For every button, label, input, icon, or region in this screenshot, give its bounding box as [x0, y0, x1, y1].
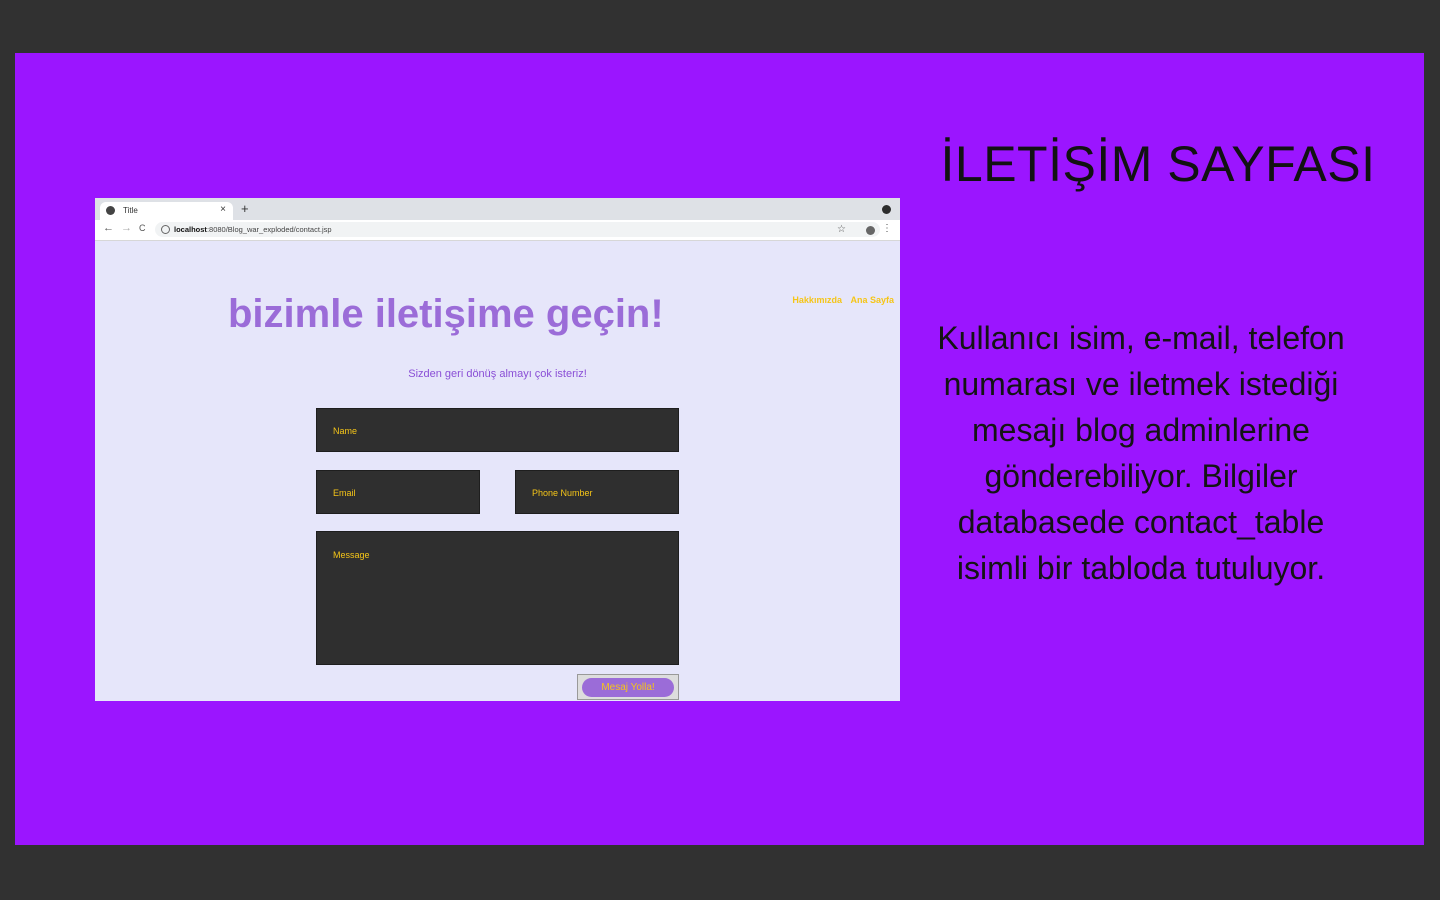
name-input[interactable]: Name — [316, 408, 679, 452]
browser-toolbar: ← → C localhost:8080/Blog_war_exploded/c… — [95, 220, 900, 241]
address-bar[interactable]: localhost:8080/Blog_war_exploded/contact… — [155, 222, 880, 237]
tab-close-icon[interactable]: × — [220, 204, 226, 215]
contact-page-screenshot: Title × + ← → C localhost:8080/Blog_war_… — [95, 198, 900, 701]
profile-icon[interactable] — [866, 226, 875, 235]
extension-icon[interactable] — [882, 205, 891, 214]
nav-link-about[interactable]: Hakkımızda — [792, 295, 842, 305]
info-icon[interactable] — [161, 225, 170, 234]
reload-icon[interactable]: C — [139, 223, 146, 233]
bookmark-star-icon[interactable]: ☆ — [837, 222, 846, 237]
phone-input[interactable]: Phone Number — [515, 470, 679, 514]
presentation-slide: Title × + ← → C localhost:8080/Blog_war_… — [15, 53, 1424, 845]
browser-tab-bar: Title × + — [95, 198, 900, 220]
message-textarea[interactable]: Message — [316, 531, 679, 665]
nav-link-home[interactable]: Ana Sayfa — [850, 295, 894, 305]
page-subheading: Sizden geri dönüş almayı çok isteriz! — [408, 368, 587, 380]
email-input[interactable]: Email — [316, 470, 480, 514]
slide-description: Kullanıcı isim, e-mail, telefon numarası… — [937, 320, 1345, 586]
address-url: localhost:8080/Blog_war_exploded/contact… — [174, 225, 332, 234]
forward-icon[interactable]: → — [121, 222, 132, 234]
page-heading: bizimle iletişime geçin! — [228, 292, 664, 336]
back-icon[interactable]: ← — [103, 222, 114, 234]
browser-tab[interactable]: Title × — [100, 202, 233, 220]
heading-wrap: bizimle iletişime geçin! — [228, 292, 664, 337]
globe-icon — [106, 206, 115, 215]
new-tab-icon[interactable]: + — [241, 201, 249, 216]
page-nav: Hakkımızda Ana Sayfa — [786, 295, 894, 305]
submit-button[interactable]: Mesaj Yolla! — [582, 678, 674, 697]
submit-button-frame: Mesaj Yolla! — [577, 674, 679, 700]
tab-title: Title — [123, 206, 138, 215]
slide-title: İLETİŞİM SAYFASI — [940, 136, 1376, 192]
kebab-menu-icon[interactable]: ⋮ — [882, 223, 892, 234]
